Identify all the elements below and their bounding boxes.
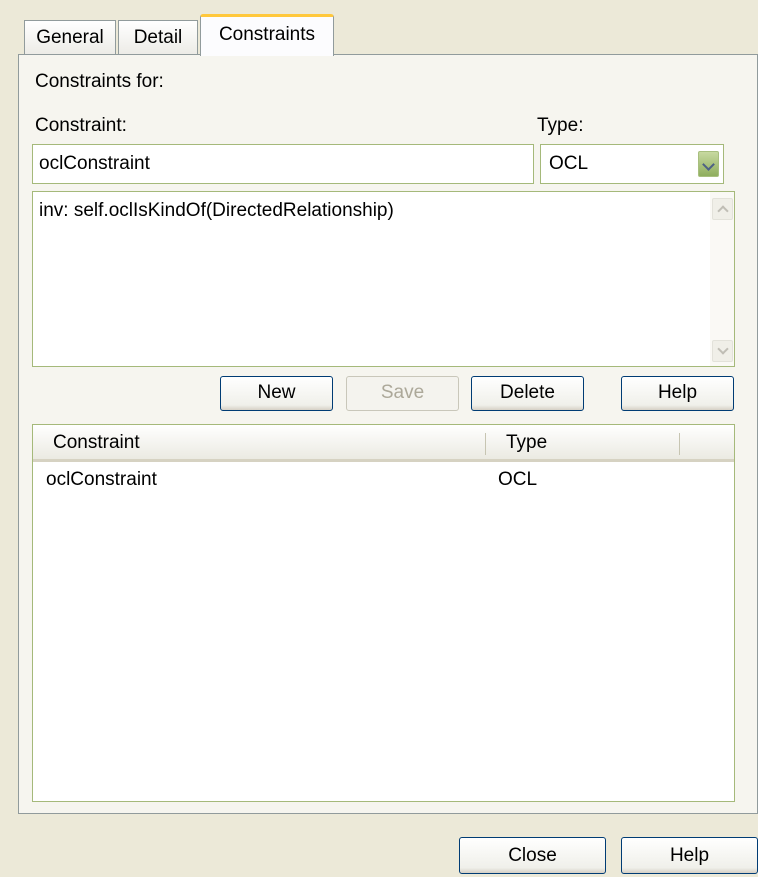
type-dropdown[interactable]: OCL — [540, 144, 724, 184]
tab-detail-label: Detail — [133, 27, 183, 48]
column-header-type[interactable]: Type — [506, 432, 547, 454]
table-row[interactable]: oclConstraint OCL — [33, 465, 734, 493]
cell-type: OCL — [498, 469, 538, 490]
new-button[interactable]: New — [220, 376, 333, 411]
constraints-list[interactable]: Constraint Type oclConstraint OCL — [32, 424, 735, 802]
tab-constraints[interactable]: Constraints — [200, 14, 334, 56]
tab-general-label: General — [36, 27, 104, 48]
constraint-label: Constraint: — [35, 115, 127, 136]
column-separator[interactable] — [679, 433, 680, 455]
column-separator[interactable] — [485, 433, 486, 455]
column-header-constraint[interactable]: Constraint — [53, 432, 140, 454]
tab-constraints-label: Constraints — [218, 24, 316, 45]
constraint-name-field[interactable]: oclConstraint — [32, 144, 534, 184]
constraint-expression-textarea[interactable]: inv: self.oclIsKindOf(DirectedRelationsh… — [32, 191, 735, 367]
footer-help-button[interactable]: Help — [621, 837, 758, 874]
list-header: Constraint Type — [33, 425, 734, 462]
chevron-down-icon[interactable] — [698, 151, 719, 177]
save-button[interactable]: Save — [346, 376, 459, 411]
constraints-panel: Constraints for: Constraint: Type: oclCo… — [18, 54, 758, 814]
close-button[interactable]: Close — [459, 837, 606, 874]
delete-button[interactable]: Delete — [471, 376, 584, 411]
constraints-for-label: Constraints for: — [35, 71, 164, 92]
scroll-down-icon[interactable] — [712, 340, 733, 362]
tab-detail[interactable]: Detail — [118, 20, 198, 55]
constraint-name-value: oclConstraint — [39, 153, 150, 174]
help-button[interactable]: Help — [621, 376, 734, 411]
type-label: Type: — [537, 115, 584, 136]
cell-constraint: oclConstraint — [46, 469, 157, 490]
tab-general[interactable]: General — [24, 20, 116, 55]
constraint-expression-text: inv: self.oclIsKindOf(DirectedRelationsh… — [39, 200, 394, 221]
scroll-up-icon[interactable] — [712, 198, 733, 220]
type-dropdown-value: OCL — [549, 153, 589, 174]
textarea-scrollbar[interactable] — [710, 192, 734, 366]
